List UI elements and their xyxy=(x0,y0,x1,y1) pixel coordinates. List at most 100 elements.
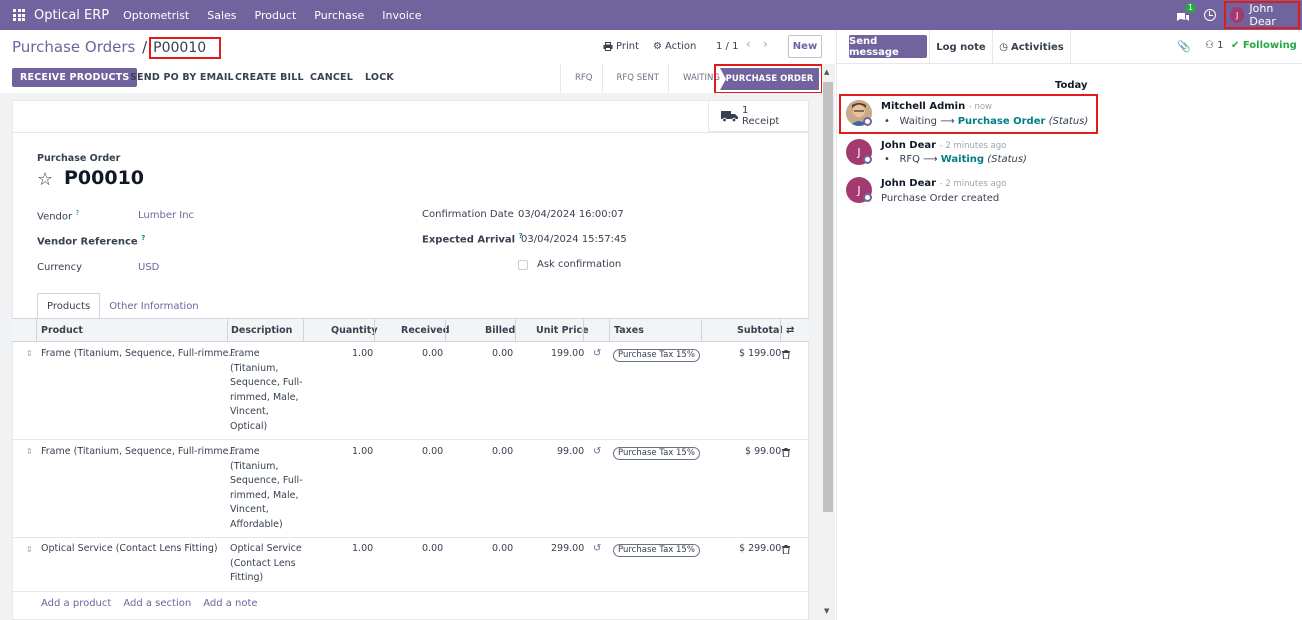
tab-products[interactable]: Products xyxy=(37,293,101,319)
table-row[interactable]: ⇕ Frame (Titanium, Sequence, Full-rimme…… xyxy=(12,342,809,440)
line-description[interactable]: Optical Service (Contact Lens Fitting) xyxy=(230,542,302,586)
reset-price-icon[interactable]: ↺ xyxy=(593,543,601,554)
tax-tag[interactable]: Purchase Tax 15% xyxy=(613,544,700,557)
col-received[interactable]: Received xyxy=(401,325,450,336)
col-taxes[interactable]: Taxes xyxy=(614,325,644,336)
scroll-down-icon[interactable]: ▼ xyxy=(824,607,829,615)
main-menu: Optometrist Sales Product Purchase Invoi… xyxy=(123,9,439,22)
printer-icon xyxy=(603,42,613,51)
col-description[interactable]: Description xyxy=(231,325,292,336)
drag-handle-icon[interactable]: ⇕ xyxy=(26,545,33,554)
message-author[interactable]: John Dear - 2 minutes ago xyxy=(881,140,1006,151)
stage-rfq[interactable]: RFQ xyxy=(560,64,602,92)
line-description[interactable]: Frame (Titanium, Sequence, Full-rimmed, Ma… xyxy=(230,445,303,532)
line-quantity[interactable]: 1.00 xyxy=(352,445,373,460)
line-quantity[interactable]: 1.00 xyxy=(352,347,373,362)
arrow-right-icon: ⟶ xyxy=(923,154,938,165)
add-product-link[interactable]: Add a product xyxy=(41,598,111,609)
menu-sales[interactable]: Sales xyxy=(207,9,236,22)
col-product[interactable]: Product xyxy=(41,325,83,336)
reset-price-icon[interactable]: ↺ xyxy=(593,348,601,359)
apps-grid-icon[interactable] xyxy=(13,9,25,21)
arrow-right-icon: ⟶ xyxy=(940,116,955,127)
menu-product[interactable]: Product xyxy=(255,9,297,22)
tax-tag[interactable]: Purchase Tax 15% xyxy=(613,349,700,362)
breadcrumb-parent[interactable]: Purchase Orders xyxy=(12,38,135,56)
line-billed: 0.00 xyxy=(492,446,514,457)
col-billed[interactable]: Billed xyxy=(485,325,515,336)
receipt-smart-button[interactable]: 1 Receipt xyxy=(708,101,809,132)
line-quantity[interactable]: 1.00 xyxy=(352,542,373,557)
receipt-label: Receipt xyxy=(742,116,780,127)
gear-icon: ⚙ xyxy=(653,41,662,52)
line-unit-price[interactable]: 199.00 xyxy=(551,347,584,362)
action-button[interactable]: ⚙ Action xyxy=(653,41,696,52)
star-icon[interactable]: ☆ xyxy=(37,169,53,190)
pager-prev-icon[interactable]: ‹ xyxy=(746,37,751,51)
menu-optometrist[interactable]: Optometrist xyxy=(123,9,189,22)
line-description[interactable]: Frame (Titanium, Sequence, Full-rimmed, Ma… xyxy=(230,347,303,434)
log-note-button[interactable]: Log note xyxy=(929,30,993,64)
menu-invoice[interactable]: Invoice xyxy=(382,9,421,22)
user-name: John Dear xyxy=(1249,2,1276,28)
scrollbar-thumb[interactable] xyxy=(823,82,833,512)
line-received[interactable]: 0.00 xyxy=(422,542,443,557)
tax-tag[interactable]: Purchase Tax 15% xyxy=(613,447,700,460)
expected-arrival-field[interactable]: 03/04/2024 15:57:45 xyxy=(521,234,627,245)
tab-other-information[interactable]: Other Information xyxy=(100,293,207,319)
line-unit-price[interactable]: 299.00 xyxy=(551,542,584,557)
send-po-email-button[interactable]: SEND PO BY EMAIL xyxy=(130,68,234,87)
message-author[interactable]: Mitchell Admin - now xyxy=(881,101,992,112)
sheet-divider xyxy=(12,132,809,133)
drag-handle-icon[interactable]: ⇕ xyxy=(26,349,33,358)
followers-button[interactable]: ⚇ 1 xyxy=(1205,40,1224,51)
table-row[interactable]: ⇕ Optical Service (Contact Lens Fitting)… xyxy=(12,538,809,592)
vendor-field[interactable]: Lumber Inc xyxy=(138,210,194,221)
menu-purchase[interactable]: Purchase xyxy=(314,9,364,22)
stage-rfq-sent[interactable]: RFQ SENT xyxy=(601,64,669,92)
currency-field[interactable]: USD xyxy=(138,262,159,273)
following-button[interactable]: ✔ Following xyxy=(1231,40,1297,51)
trash-icon[interactable] xyxy=(782,545,790,554)
app-name[interactable]: Optical ERP xyxy=(34,8,109,23)
create-bill-button[interactable]: CREATE BILL xyxy=(235,68,304,87)
ask-confirmation-checkbox[interactable] xyxy=(518,260,528,270)
add-section-link[interactable]: Add a section xyxy=(123,598,191,609)
col-subtotal[interactable]: Subtotal xyxy=(737,325,783,336)
line-unit-price[interactable]: 99.00 xyxy=(557,445,584,460)
confirmation-date-field[interactable]: 03/04/2024 16:00:07 xyxy=(518,209,624,220)
paperclip-icon[interactable]: 📎 xyxy=(1177,40,1191,53)
user-menu[interactable]: J John Dear xyxy=(1224,1,1300,29)
cancel-button[interactable]: CANCEL xyxy=(310,68,353,87)
line-received[interactable]: 0.00 xyxy=(422,445,443,460)
pager-next-icon[interactable]: › xyxy=(763,37,768,51)
scroll-up-icon[interactable]: ▲ xyxy=(824,68,829,76)
line-product[interactable]: Frame (Titanium, Sequence, Full-rimme… xyxy=(41,445,238,460)
activity-clock-icon[interactable] xyxy=(1204,9,1216,21)
message-highlight xyxy=(839,94,1098,134)
activities-button[interactable]: ◷ Activities xyxy=(993,30,1071,64)
action-label: Action xyxy=(664,41,697,52)
drag-handle-icon[interactable]: ⇕ xyxy=(26,447,33,456)
line-product[interactable]: Optical Service (Contact Lens Fitting) xyxy=(41,542,218,557)
print-button[interactable]: Print xyxy=(603,41,639,52)
lock-button[interactable]: LOCK xyxy=(365,68,394,87)
line-subtotal: $ 299.00 xyxy=(739,543,782,554)
pager-value[interactable]: 1 / 1 xyxy=(716,41,738,52)
line-received[interactable]: 0.00 xyxy=(422,347,443,362)
message-author[interactable]: John Dear - 2 minutes ago xyxy=(881,178,1006,189)
column-settings-icon[interactable]: ⇄ xyxy=(786,325,794,336)
trash-icon[interactable] xyxy=(782,448,790,457)
table-row[interactable]: ⇕ Frame (Titanium, Sequence, Full-rimme…… xyxy=(12,440,809,538)
new-button[interactable]: New xyxy=(788,35,822,58)
messaging-icon[interactable]: 1 xyxy=(1176,3,1197,21)
reset-price-icon[interactable]: ↺ xyxy=(593,446,601,457)
send-message-button[interactable]: Send message xyxy=(849,35,927,58)
receive-products-button[interactable]: RECEIVE PRODUCTS xyxy=(12,68,138,87)
line-product[interactable]: Frame (Titanium, Sequence, Full-rimme… xyxy=(41,347,238,362)
trash-icon[interactable] xyxy=(782,350,790,359)
stage-purchase-order[interactable]: PURCHASE ORDER xyxy=(720,68,819,90)
col-quantity[interactable]: Quantity xyxy=(331,325,378,336)
col-unit-price[interactable]: Unit Price xyxy=(536,325,589,336)
add-note-link[interactable]: Add a note xyxy=(203,598,257,609)
